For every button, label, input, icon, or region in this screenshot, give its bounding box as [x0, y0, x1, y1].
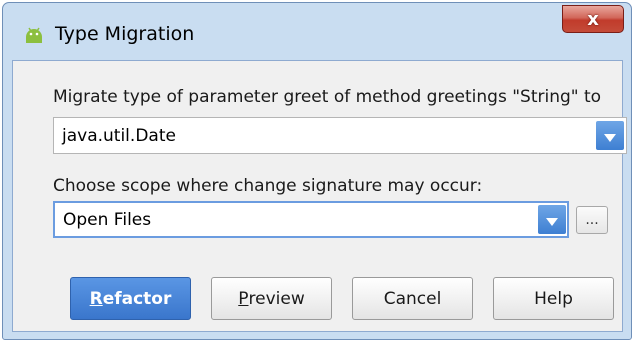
- scope-value[interactable]: Open Files: [63, 210, 151, 230]
- title-bar[interactable]: Type Migration x: [3, 3, 631, 59]
- target-type-combobox[interactable]: java.util.Date: [53, 117, 627, 154]
- help-label: Help: [534, 288, 573, 309]
- window-title: Type Migration: [55, 23, 195, 45]
- browse-scope-button[interactable]: ...: [576, 206, 608, 234]
- android-icon: [26, 27, 42, 43]
- help-button[interactable]: Help: [493, 277, 614, 320]
- cancel-button[interactable]: Cancel: [352, 277, 473, 320]
- chevron-down-icon[interactable]: [538, 205, 566, 234]
- refactor-label: efactor: [102, 288, 172, 309]
- preview-mnemonic: P: [238, 288, 249, 309]
- migrate-type-label: Migrate type of parameter greet of metho…: [53, 87, 602, 107]
- chevron-down-icon[interactable]: [596, 121, 624, 150]
- scope-label: Choose scope where change signature may …: [53, 176, 483, 196]
- target-type-value[interactable]: java.util.Date: [62, 126, 176, 146]
- dialog-body: Migrate type of parameter greet of metho…: [12, 60, 627, 332]
- refactor-button[interactable]: Refactor: [70, 277, 191, 320]
- ellipsis-icon: ...: [585, 212, 599, 228]
- dialog-window: Type Migration x Migrate type of paramet…: [2, 2, 632, 340]
- close-button[interactable]: x: [562, 5, 624, 33]
- preview-label: review: [248, 288, 305, 309]
- scope-combobox[interactable]: Open Files: [53, 201, 569, 238]
- cancel-label: Cancel: [383, 288, 442, 309]
- close-icon: x: [587, 8, 599, 30]
- preview-button[interactable]: Preview: [211, 277, 332, 320]
- refactor-mnemonic: R: [89, 288, 103, 309]
